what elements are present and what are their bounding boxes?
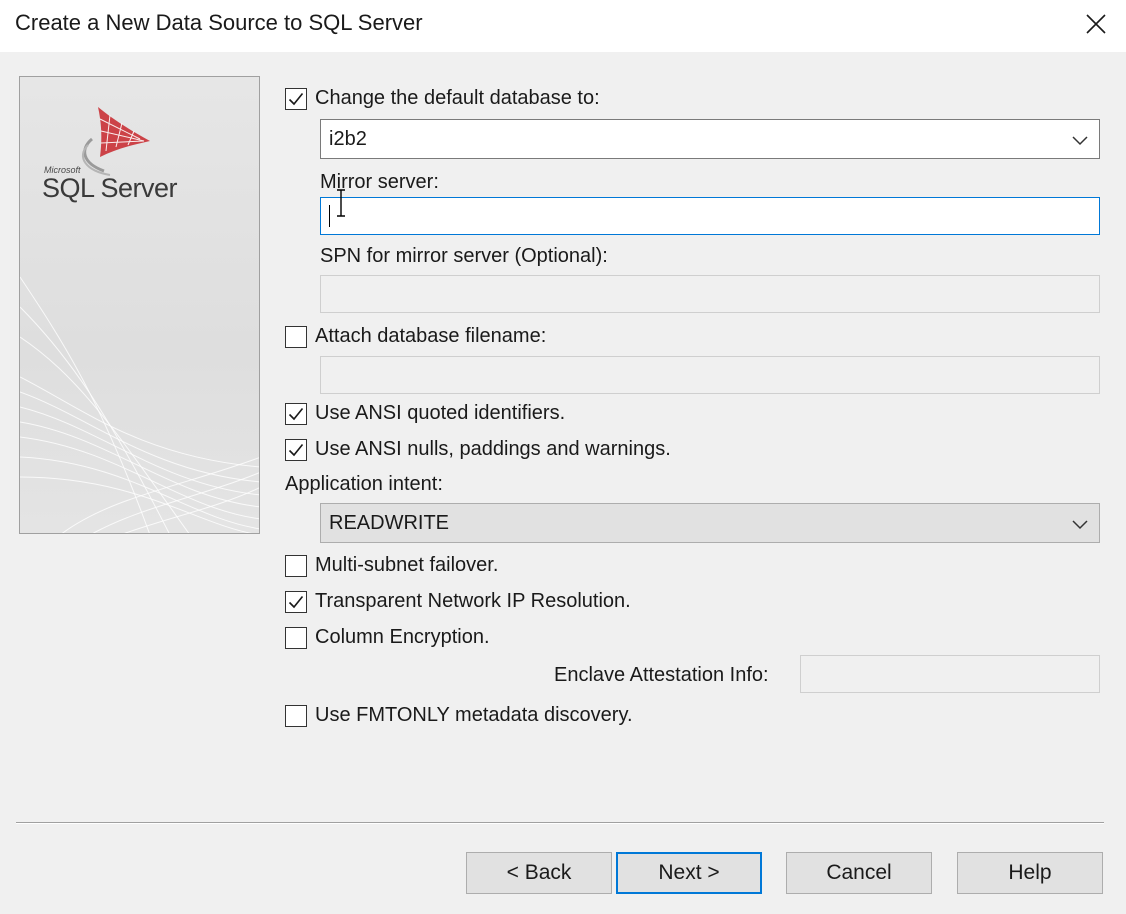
enclave-label: Enclave Attestation Info:	[554, 664, 769, 686]
attach-db-input[interactable]	[320, 356, 1100, 394]
checkmark-icon	[288, 407, 304, 420]
checkmark-icon	[288, 443, 304, 456]
footer-divider	[16, 822, 1104, 824]
checkbox-box[interactable]	[285, 87, 307, 110]
spn-mirror-input[interactable]	[320, 275, 1100, 313]
enclave-input[interactable]	[800, 655, 1100, 693]
checkmark-icon	[288, 92, 304, 105]
fmtonly-checkbox[interactable]: Use FMTONLY metadata discovery.	[285, 704, 633, 727]
transparent-ip-label: Transparent Network IP Resolution.	[315, 590, 631, 612]
application-intent-label: Application intent:	[285, 473, 443, 495]
title-bar: Create a New Data Source to SQL Server	[0, 0, 1126, 52]
application-intent-dropdown[interactable]: READWRITE	[320, 503, 1100, 543]
default-database-value: i2b2	[329, 127, 367, 150]
multi-subnet-label: Multi-subnet failover.	[315, 554, 499, 576]
column-encryption-checkbox[interactable]: Column Encryption.	[285, 626, 490, 649]
default-database-dropdown[interactable]: i2b2	[320, 119, 1100, 159]
checkbox-box[interactable]	[285, 438, 307, 461]
sql-server-banner: Microsoft SQL Server	[19, 76, 260, 534]
close-button[interactable]	[1076, 4, 1116, 44]
fmtonly-label: Use FMTONLY metadata discovery.	[315, 704, 633, 726]
checkbox-box[interactable]	[285, 325, 307, 348]
close-icon	[1086, 14, 1106, 34]
ibeam-cursor-icon	[337, 189, 345, 217]
spn-mirror-label: SPN for mirror server (Optional):	[320, 245, 608, 267]
chevron-down-icon	[1072, 520, 1088, 530]
checkbox-box[interactable]	[285, 554, 307, 577]
column-encryption-label: Column Encryption.	[315, 626, 490, 648]
attach-db-label: Attach database filename:	[315, 325, 547, 347]
checkmark-icon	[288, 595, 304, 608]
checkbox-box[interactable]	[285, 704, 307, 727]
ansi-quoted-checkbox[interactable]: Use ANSI quoted identifiers.	[285, 402, 565, 425]
checkbox-box[interactable]	[285, 402, 307, 425]
transparent-ip-checkbox[interactable]: Transparent Network IP Resolution.	[285, 590, 631, 613]
chevron-down-icon	[1072, 136, 1088, 146]
text-caret	[329, 205, 330, 227]
window-title: Create a New Data Source to SQL Server	[15, 10, 423, 35]
ansi-nulls-checkbox[interactable]: Use ANSI nulls, paddings and warnings.	[285, 438, 671, 461]
change-default-db-label: Change the default database to:	[315, 87, 600, 109]
back-button[interactable]: < Back	[466, 852, 612, 894]
mirror-server-input[interactable]	[320, 197, 1100, 235]
sql-server-wordmark: SQL Server	[42, 173, 178, 203]
help-button[interactable]: Help	[957, 852, 1103, 894]
next-button[interactable]: Next >	[616, 852, 762, 894]
cancel-button[interactable]: Cancel	[786, 852, 932, 894]
change-default-db-checkbox[interactable]: Change the default database to:	[285, 87, 600, 110]
checkbox-box[interactable]	[285, 590, 307, 613]
application-intent-value: READWRITE	[329, 511, 449, 534]
checkbox-box[interactable]	[285, 626, 307, 649]
ansi-quoted-label: Use ANSI quoted identifiers.	[315, 402, 566, 424]
multi-subnet-checkbox[interactable]: Multi-subnet failover.	[285, 554, 498, 577]
ansi-nulls-label: Use ANSI nulls, paddings and warnings.	[315, 438, 671, 460]
attach-db-checkbox[interactable]: Attach database filename:	[285, 325, 546, 348]
